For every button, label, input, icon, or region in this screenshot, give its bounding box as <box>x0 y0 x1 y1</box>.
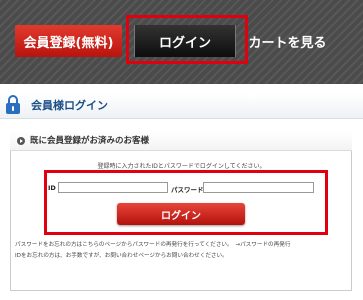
lock-icon <box>6 95 20 114</box>
id-label: ID <box>48 184 56 192</box>
password-input[interactable] <box>203 182 314 193</box>
login-nav-button[interactable]: ログイン <box>134 25 236 57</box>
view-cart-button[interactable]: カートを見る <box>248 25 327 57</box>
password-reset-note[interactable]: パスワードをお忘れの方はこちらのページからパスワードの再発行を行ってください。 … <box>15 240 355 251</box>
password-label: パスワード <box>171 186 204 194</box>
arrow-bullet-icon <box>17 137 25 145</box>
help-footnote: パスワードをお忘れの方はこちらのページからパスワードの再発行を行ってください。 … <box>15 240 355 262</box>
id-recovery-note: IDをお忘れの方は、お手数ですが、お問い合わせページからお問い合わせください。 <box>15 253 228 259</box>
id-input[interactable] <box>58 182 168 193</box>
login-panel-title: 既に会員登録がお済みのお客様 <box>30 136 150 146</box>
register-button[interactable]: 会員登録(無料) <box>15 25 122 57</box>
login-instruction: 登録時に入力されたIDとパスワードでログインしてください。 <box>97 163 266 170</box>
login-submit-button[interactable]: ログイン <box>117 203 245 225</box>
page-title: 会員様ログイン <box>31 99 108 112</box>
